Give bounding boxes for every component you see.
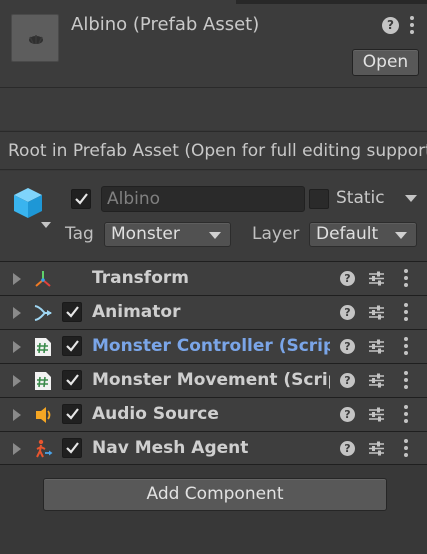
component-name: Animator	[92, 302, 181, 322]
foldout-arrow-icon[interactable]	[13, 443, 21, 455]
foldout-arrow-icon[interactable]	[13, 273, 21, 285]
foldout-arrow-icon[interactable]	[13, 409, 21, 421]
component-nav-mesh-agent[interactable]: Nav Mesh Agent ?	[0, 431, 427, 465]
gameobject-header: Albino Static Tag Monster Layer Default	[0, 171, 427, 261]
component-monster-movement[interactable]: Monster Movement (Script) ?	[0, 363, 427, 397]
more-options-icon[interactable]	[402, 371, 410, 391]
help-icon[interactable]: ?	[340, 407, 355, 422]
component-transform[interactable]: Transform ?	[0, 261, 427, 295]
component-name: Audio Source	[92, 404, 219, 424]
script-icon	[35, 338, 51, 356]
component-name: Monster Controller (Script)	[92, 336, 330, 356]
asset-title: Albino (Prefab Asset)	[71, 14, 260, 35]
component-audio-source[interactable]: Audio Source ?	[0, 397, 427, 431]
info-message: Root in Prefab Asset (Open for full edit…	[8, 141, 427, 161]
tag-label: Tag	[65, 224, 94, 244]
preset-sliders-icon[interactable]	[368, 338, 385, 355]
checkmark-icon	[75, 193, 88, 205]
component-enabled-checkbox[interactable]	[62, 370, 82, 390]
component-list: Transform ? Animator ? Monster Controlle…	[0, 261, 427, 465]
static-label: Static	[336, 188, 385, 208]
checkmark-icon	[66, 306, 79, 318]
preset-sliders-icon[interactable]	[368, 372, 385, 389]
help-icon[interactable]: ?	[340, 305, 355, 320]
more-options-icon[interactable]	[402, 439, 410, 459]
help-icon[interactable]: ?	[340, 339, 355, 354]
checkmark-icon	[66, 442, 79, 454]
preset-sliders-icon[interactable]	[368, 304, 385, 321]
component-animator[interactable]: Animator ?	[0, 295, 427, 329]
more-options-icon[interactable]	[408, 16, 416, 36]
prefab-header: Albino (Prefab Asset) ? Open	[0, 4, 427, 130]
component-monster-controller[interactable]: Monster Controller (Script) ?	[0, 329, 427, 363]
gameobject-name-field[interactable]: Albino	[101, 186, 305, 212]
transform-icon	[35, 271, 51, 287]
audio-source-icon	[36, 407, 51, 423]
preset-sliders-icon[interactable]	[368, 406, 385, 423]
tag-dropdown[interactable]: Monster	[104, 222, 231, 247]
preset-sliders-icon[interactable]	[368, 440, 385, 457]
checkmark-icon	[66, 340, 79, 352]
foldout-arrow-icon[interactable]	[13, 341, 21, 353]
inspector-window: Albino (Prefab Asset) ? Open Root in Pre…	[0, 0, 427, 554]
help-icon[interactable]: ?	[340, 373, 355, 388]
chevron-down-icon	[395, 232, 407, 239]
component-name: Nav Mesh Agent	[92, 438, 249, 458]
checkmark-icon	[66, 374, 79, 386]
checkmark-icon	[66, 408, 79, 420]
help-icon[interactable]: ?	[340, 441, 355, 456]
layer-dropdown[interactable]: Default	[309, 222, 417, 247]
nav-mesh-agent-icon	[36, 439, 53, 458]
more-options-icon[interactable]	[402, 405, 410, 425]
layer-label: Layer	[252, 224, 300, 244]
prefab-thumbnail	[11, 14, 59, 62]
preset-sliders-icon[interactable]	[368, 270, 385, 287]
more-options-icon[interactable]	[402, 303, 410, 323]
more-options-icon[interactable]	[402, 269, 410, 289]
help-icon[interactable]: ?	[382, 17, 399, 34]
more-options-icon[interactable]	[402, 337, 410, 357]
layer-value: Default	[316, 224, 379, 244]
open-prefab-button[interactable]: Open	[352, 49, 419, 76]
gameobject-cube-icon[interactable]	[12, 186, 52, 230]
active-checkbox[interactable]	[71, 189, 91, 209]
component-name: Monster Movement (Script)	[92, 370, 330, 390]
static-checkbox[interactable]	[309, 189, 329, 209]
header-divider	[0, 87, 427, 88]
static-dropdown-arrow-icon[interactable]	[405, 195, 417, 202]
tag-value: Monster	[111, 224, 180, 244]
animator-icon	[34, 305, 52, 321]
component-enabled-checkbox[interactable]	[62, 336, 82, 356]
component-enabled-checkbox[interactable]	[62, 404, 82, 424]
chevron-down-icon	[209, 232, 221, 239]
component-enabled-checkbox[interactable]	[62, 438, 82, 458]
help-icon[interactable]: ?	[340, 271, 355, 286]
prefab-info-bar: Root in Prefab Asset (Open for full edit…	[0, 131, 427, 170]
model-preview-icon	[29, 35, 43, 44]
script-icon	[35, 372, 51, 390]
add-component-button[interactable]: Add Component	[43, 478, 387, 511]
foldout-arrow-icon[interactable]	[13, 307, 21, 319]
component-name: Transform	[92, 268, 189, 288]
component-enabled-checkbox[interactable]	[62, 302, 82, 322]
foldout-arrow-icon[interactable]	[13, 375, 21, 387]
